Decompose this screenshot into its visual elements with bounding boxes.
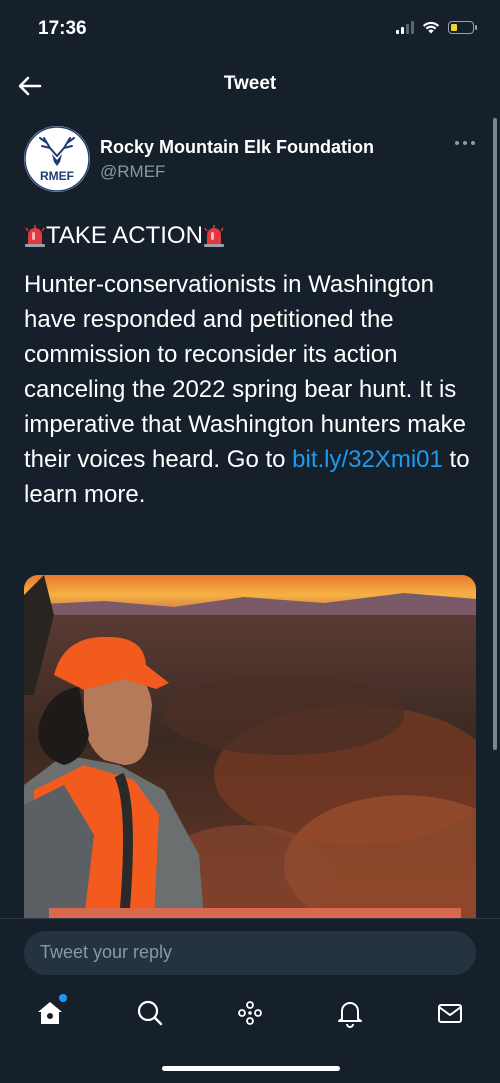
- spaces-icon: [238, 1001, 262, 1025]
- rmef-logo-icon: RMEF: [24, 126, 90, 192]
- bell-icon: [338, 1002, 362, 1028]
- hunter-sunset-photo: [24, 575, 476, 920]
- tab-search[interactable]: [135, 998, 165, 1028]
- page-title: Tweet: [223, 73, 277, 94]
- status-time: 17:36: [38, 18, 87, 39]
- avatar[interactable]: RMEF: [24, 126, 90, 192]
- tweet-media-image[interactable]: [24, 575, 476, 920]
- status-bar: 17:36: [0, 0, 500, 60]
- tab-messages[interactable]: [435, 998, 465, 1028]
- tweet-text-part: Hunter-conservationists in Washington ha…: [24, 271, 466, 473]
- tweet-headline: TAKE ACTION: [24, 222, 225, 250]
- home-notification-dot: [59, 994, 67, 1002]
- home-indicator[interactable]: [162, 1066, 340, 1071]
- nav-bar: Tweet: [0, 60, 500, 110]
- tab-spaces[interactable]: [235, 998, 265, 1028]
- siren-icon: [25, 225, 45, 247]
- tab-bar: [0, 990, 500, 1040]
- reply-input[interactable]: Tweet your reply: [24, 931, 476, 975]
- reply-bar: Tweet your reply: [0, 918, 500, 999]
- headline-text: TAKE ACTION: [46, 222, 203, 249]
- search-icon: [137, 1000, 163, 1026]
- reply-placeholder: Tweet your reply: [40, 942, 173, 962]
- scrollbar[interactable]: [493, 118, 497, 750]
- author-handle[interactable]: @RMEF: [100, 162, 165, 182]
- tab-home[interactable]: [35, 994, 67, 1028]
- wifi-icon: [422, 21, 440, 34]
- siren-icon: [203, 225, 224, 247]
- battery-icon: [448, 20, 477, 34]
- tweet-text: Hunter-conservationists in Washington ha…: [24, 267, 484, 512]
- tab-notifications[interactable]: [335, 998, 365, 1028]
- battery-level: [451, 23, 457, 31]
- avatar-text: RMEF: [40, 169, 74, 183]
- tweet-link[interactable]: bit.ly/32Xmi01: [292, 446, 443, 473]
- mail-icon: [438, 1004, 462, 1023]
- home-icon: [38, 1002, 62, 1024]
- signal-icon: [396, 20, 414, 34]
- status-icons: [396, 20, 477, 34]
- author-name[interactable]: Rocky Mountain Elk Foundation: [100, 137, 374, 158]
- more-icon[interactable]: [454, 138, 476, 148]
- tweet-author: RMEF Rocky Mountain Elk Foundation @RMEF: [24, 126, 476, 192]
